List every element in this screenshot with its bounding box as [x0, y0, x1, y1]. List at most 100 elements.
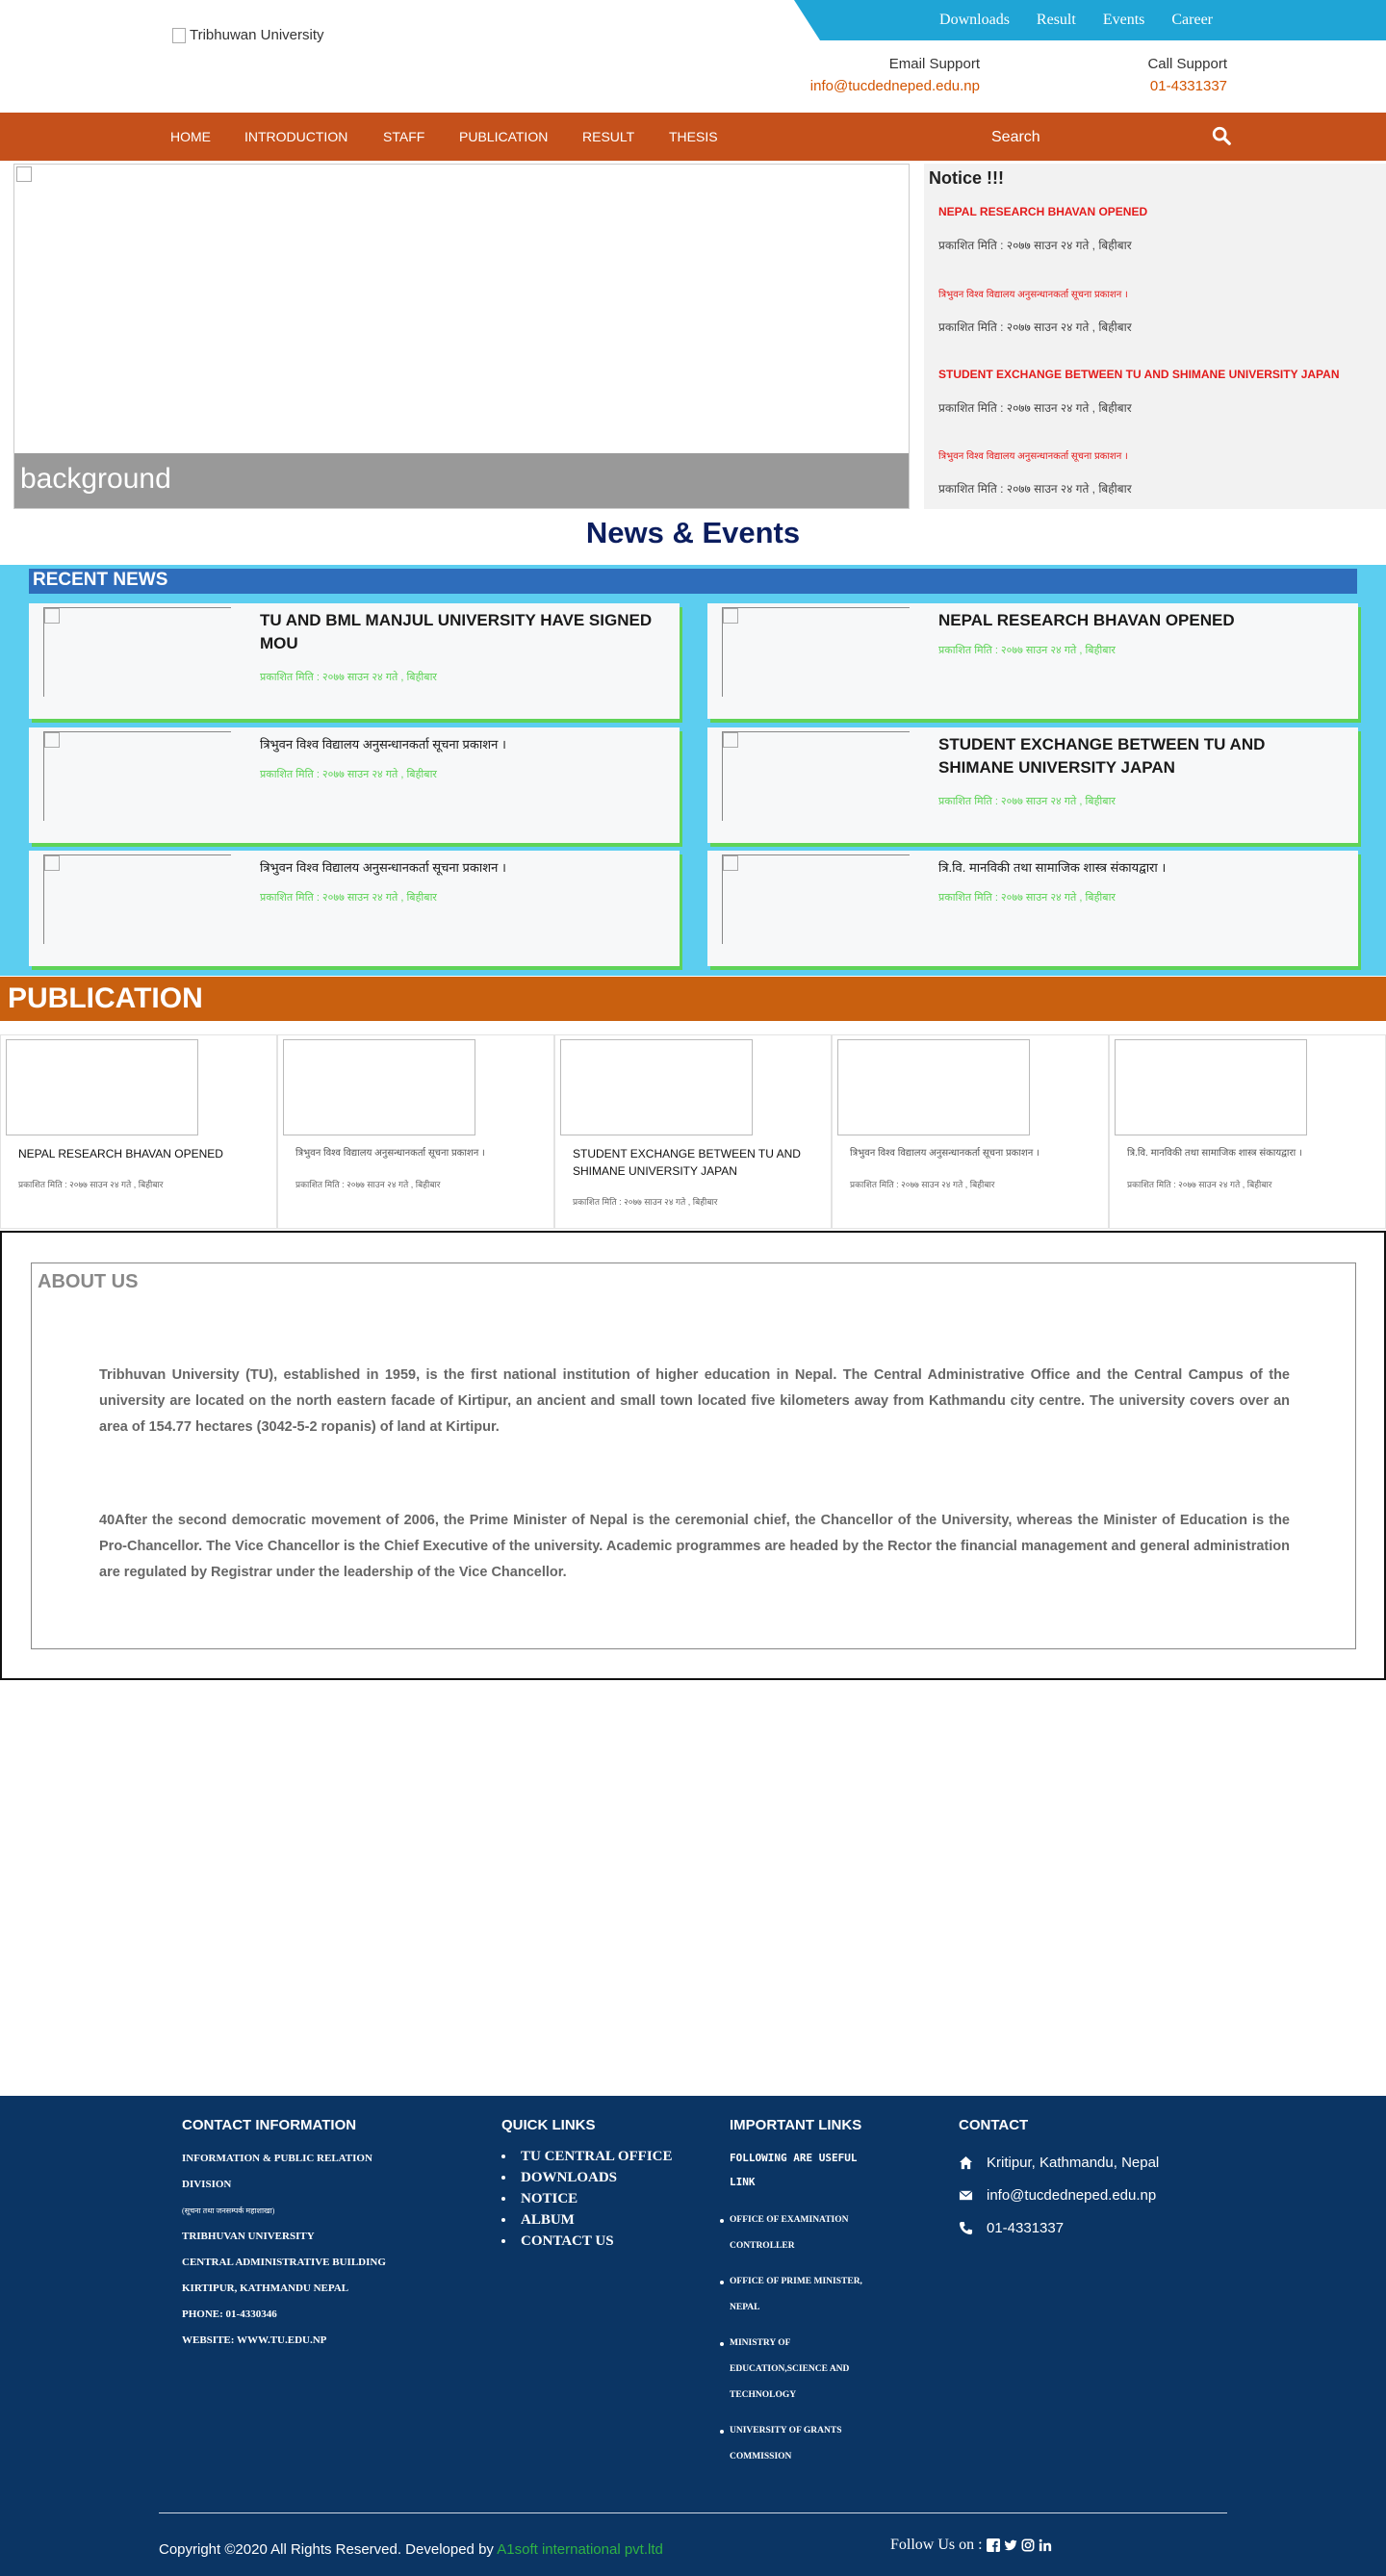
quick-link[interactable]: NOTICE [521, 2191, 578, 2206]
broken-image-icon [44, 855, 60, 871]
social-follow: Follow Us on : [890, 2537, 1052, 2554]
publication-title[interactable]: त्रिभुवन विश्व विद्यालय अनुसन्धानकर्ता स… [850, 1145, 1100, 1162]
news-card[interactable]: त्रिभुवन विश्व विद्यालय अनुसन्धानकर्ता स… [29, 851, 680, 966]
news-title[interactable]: त्रि.वि. मानविकी तथा सामाजिक शास्त्र संक… [938, 856, 1343, 880]
recent-news-bar: RECENT NEWS [29, 569, 1357, 594]
notice-item[interactable]: STUDENT EXCHANGE BETWEEN TU AND SHIMANE … [938, 368, 1339, 416]
contact-phone[interactable]: 01-4331337 [959, 2220, 1209, 2236]
search-box[interactable]: Search [991, 123, 1232, 150]
news-card[interactable]: त्रिभुवन विश्व विद्यालय अनुसन्धानकर्ता स… [29, 727, 680, 843]
quick-link-item[interactable]: TU CENTRAL OFFICE [501, 2146, 694, 2167]
publication-title[interactable]: त्रिभुवन विश्व विद्यालय अनुसन्धानकर्ता स… [295, 1145, 546, 1162]
quick-link-item[interactable]: CONTACT US [501, 2231, 694, 2252]
news-card[interactable]: STUDENT EXCHANGE BETWEEN TU AND SHIMANE … [707, 727, 1358, 843]
toplink-downloads[interactable]: Downloads [939, 12, 1010, 29]
news-title[interactable]: TU AND BML MANJUL UNIVERSITY HAVE SIGNED… [260, 609, 664, 655]
nav-result[interactable]: RESULT [582, 129, 634, 144]
quick-links: QUICK LINKS TU CENTRAL OFFICE DOWNLOADS … [501, 2117, 694, 2252]
follow-label: Follow Us on : [890, 2537, 983, 2553]
notice-item[interactable]: NEPAL RESEARCH BHAVAN OPENED प्रकाशित मि… [938, 205, 1147, 253]
publication-card[interactable]: त्रि.वि. मानविकी तथा सामाजिक शास्त्र संक… [1109, 1034, 1386, 1229]
notice-item-title[interactable]: त्रिभुवन विश्व विद्यालय अनुसन्धानकर्ता स… [938, 448, 1132, 462]
publication-thumbnail[interactable] [6, 1039, 198, 1135]
important-link-item[interactable]: OFFICE OF EXAMINATION CONTROLLER [720, 2207, 884, 2259]
hero-slider[interactable]: background [13, 164, 910, 509]
contact-email-link[interactable]: info@tucdedneped.edu.np [987, 2187, 1156, 2204]
developer-link[interactable]: A1soft international pvt.ltd [497, 2541, 663, 2558]
instagram-icon[interactable] [1021, 2538, 1035, 2552]
notice-item[interactable]: त्रिभुवन विश्व विद्यालय अनुसन्धानकर्ता स… [938, 448, 1132, 497]
call-support-link[interactable]: 01-4331337 [1059, 78, 1227, 94]
publication-bar: PUBLICATION [0, 977, 1386, 1021]
nav-home[interactable]: HOME [170, 129, 211, 144]
nav-introduction[interactable]: INTRODUCTION [244, 129, 347, 144]
news-thumbnail[interactable] [43, 607, 231, 697]
search-input[interactable]: Search [991, 129, 1040, 146]
news-title[interactable]: NEPAL RESEARCH BHAVAN OPENED [938, 609, 1343, 632]
important-link[interactable]: OFFICE OF EXAMINATION CONTROLLER [730, 2207, 884, 2259]
notice-item-title[interactable]: NEPAL RESEARCH BHAVAN OPENED [938, 205, 1147, 218]
site-logo[interactable]: Tribhuwan University [172, 27, 324, 43]
important-link[interactable]: UNIVERSITY OF GRANTS COMMISSION [730, 2418, 884, 2470]
notice-item-title[interactable]: STUDENT EXCHANGE BETWEEN TU AND SHIMANE … [938, 368, 1339, 381]
publication-card[interactable]: त्रिभुवन विश्व विद्यालय अनुसन्धानकर्ता स… [832, 1034, 1109, 1229]
contact-email[interactable]: info@tucdedneped.edu.np [959, 2187, 1209, 2204]
email-support-link[interactable]: info@tucdedneped.edu.np [789, 78, 980, 94]
news-card[interactable]: NEPAL RESEARCH BHAVAN OPENED प्रकाशित मि… [707, 603, 1358, 719]
news-card[interactable]: TU AND BML MANJUL UNIVERSITY HAVE SIGNED… [29, 603, 680, 719]
twitter-icon[interactable] [1004, 2538, 1017, 2552]
toplink-events[interactable]: Events [1103, 12, 1145, 29]
notice-item-title[interactable]: त्रिभुवन विश्व विद्यालय अनुसन्धानकर्ता स… [938, 287, 1132, 300]
publication-title[interactable]: त्रि.वि. मानविकी तथा सामाजिक शास्त्र संक… [1127, 1145, 1377, 1162]
search-icon[interactable] [1211, 125, 1232, 146]
publication-card[interactable]: NEPAL RESEARCH BHAVAN OPENED प्रकाशित मि… [0, 1034, 277, 1229]
publication-thumbnail[interactable] [1115, 1039, 1307, 1135]
copyright-text: Copyright ©2020 All Rights Reserved. Dev… [159, 2541, 498, 2558]
quick-link[interactable]: DOWNLOADS [521, 2170, 617, 2185]
important-link[interactable]: OFFICE OF PRIME MINISTER, NEPAL [730, 2269, 884, 2321]
contact-info-line: PHONE: 01-4330346 [182, 2308, 277, 2320]
quick-link-item[interactable]: NOTICE [501, 2188, 694, 2209]
publication-title[interactable]: NEPAL RESEARCH BHAVAN OPENED [18, 1145, 269, 1162]
publication-title[interactable]: STUDENT EXCHANGE BETWEEN TU AND SHIMANE … [573, 1145, 823, 1180]
news-title[interactable]: त्रिभुवन विश्व विद्यालय अनुसन्धानकर्ता स… [260, 856, 664, 880]
important-link-item[interactable]: UNIVERSITY OF GRANTS COMMISSION [720, 2418, 884, 2470]
publication-date: प्रकाशित मिति : २०७७ साउन २४ गते , बिहीब… [295, 1180, 441, 1189]
important-link[interactable]: MINISTRY OF EDUCATION,SCIENCE AND TECHNO… [730, 2331, 884, 2409]
contact-address-text: Kritipur, Kathmandu, Nepal [987, 2155, 1160, 2171]
news-card[interactable]: त्रि.वि. मानविकी तथा सामाजिक शास्त्र संक… [707, 851, 1358, 966]
publication-thumbnail[interactable] [837, 1039, 1030, 1135]
quick-link-item[interactable]: DOWNLOADS [501, 2167, 694, 2188]
quick-link[interactable]: ALBUM [521, 2212, 575, 2228]
publication-thumbnail[interactable] [283, 1039, 475, 1135]
news-thumbnail[interactable] [722, 607, 910, 697]
toplink-career[interactable]: Career [1171, 12, 1213, 29]
main-nav: HOME INTRODUCTION STAFF PUBLICATION RESU… [0, 113, 1386, 161]
nav-thesis[interactable]: THESIS [669, 129, 718, 144]
news-thumbnail[interactable] [43, 731, 231, 821]
quick-link-item[interactable]: ALBUM [501, 2209, 694, 2231]
quick-link[interactable]: TU CENTRAL OFFICE [521, 2149, 673, 2164]
news-thumbnail[interactable] [43, 854, 231, 944]
nav-staff[interactable]: STAFF [383, 129, 424, 144]
news-thumbnail[interactable] [722, 731, 910, 821]
broken-image-icon [16, 166, 32, 182]
facebook-icon[interactable] [986, 2538, 1000, 2552]
linkedin-icon[interactable] [1039, 2538, 1052, 2552]
notice-item[interactable]: त्रिभुवन विश्व विद्यालय अनुसन्धानकर्ता स… [938, 287, 1132, 335]
important-link-item[interactable]: MINISTRY OF EDUCATION,SCIENCE AND TECHNO… [720, 2331, 884, 2409]
important-link-item[interactable]: OFFICE OF PRIME MINISTER, NEPAL [720, 2269, 884, 2321]
toplink-result[interactable]: Result [1037, 12, 1076, 29]
news-title[interactable]: त्रिभुवन विश्व विद्यालय अनुसन्धानकर्ता स… [260, 733, 664, 756]
news-thumbnail[interactable] [722, 854, 910, 944]
publication-date: प्रकाशित मिति : २०७७ साउन २४ गते , बिहीब… [18, 1180, 164, 1189]
broken-image-icon [723, 855, 738, 871]
nav-publication[interactable]: PUBLICATION [459, 129, 548, 144]
publication-card[interactable]: STUDENT EXCHANGE BETWEEN TU AND SHIMANE … [554, 1034, 832, 1229]
contact-phone-link[interactable]: 01-4331337 [987, 2220, 1064, 2236]
publication-thumbnail[interactable] [560, 1039, 753, 1135]
publication-card[interactable]: त्रिभुवन विश्व विद्यालय अनुसन्धानकर्ता स… [277, 1034, 554, 1229]
news-title[interactable]: STUDENT EXCHANGE BETWEEN TU AND SHIMANE … [938, 733, 1343, 779]
quick-link[interactable]: CONTACT US [521, 2233, 614, 2249]
broken-image-icon [44, 732, 60, 748]
